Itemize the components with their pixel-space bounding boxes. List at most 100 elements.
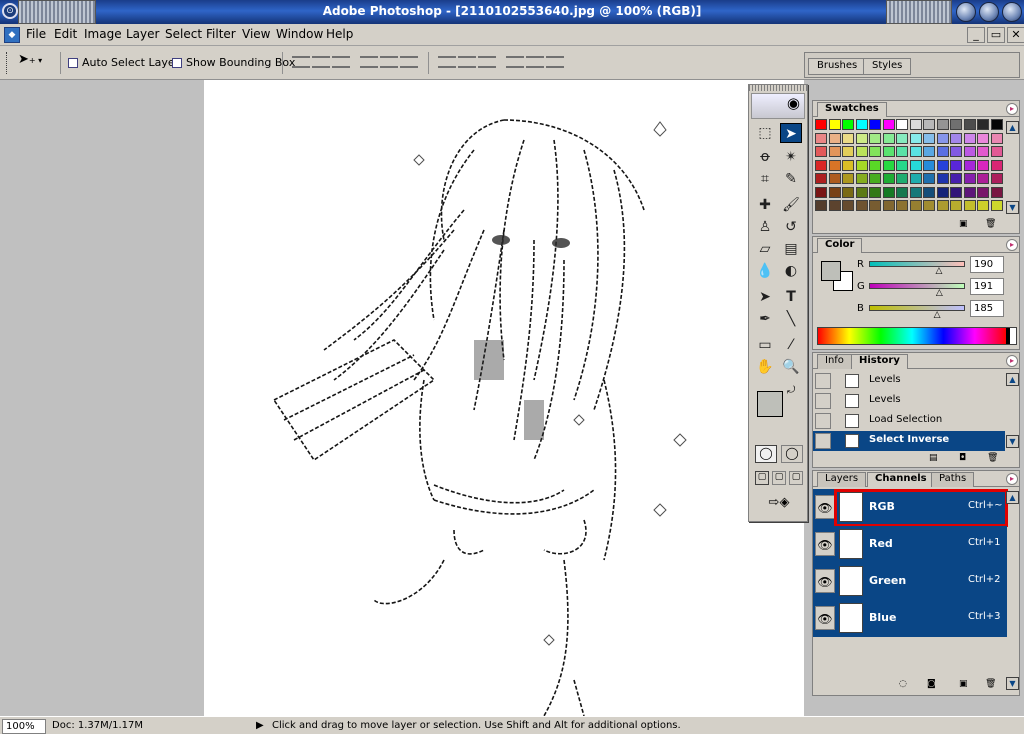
swatch[interactable] xyxy=(842,173,854,184)
tab-info[interactable]: Info xyxy=(817,354,852,369)
notes-tool-icon[interactable]: ▭ xyxy=(754,335,776,355)
blue-slider-thumb[interactable]: △ xyxy=(934,310,941,320)
swatch[interactable] xyxy=(950,186,962,198)
swatches-menu-icon[interactable]: ▸ xyxy=(1006,103,1018,115)
eye-icon[interactable]: 👁 xyxy=(815,495,835,519)
eraser-tool-icon[interactable]: ▱ xyxy=(754,239,776,259)
swatch[interactable] xyxy=(936,159,949,171)
status-menu-arrow-icon[interactable]: ▶ xyxy=(256,720,264,731)
screen-mode-standard-icon[interactable]: ▢ xyxy=(755,471,769,485)
history-source-box[interactable] xyxy=(815,413,831,429)
healing-brush-tool-icon[interactable]: ✚ xyxy=(754,195,776,215)
new-snapshot-icon[interactable]: ◘ xyxy=(959,453,966,463)
delete-channel-icon[interactable]: 🗑 xyxy=(985,679,996,689)
swatch[interactable] xyxy=(855,146,868,157)
swatch[interactable] xyxy=(923,132,935,144)
history-item[interactable]: Load Selection xyxy=(813,411,1019,431)
swatch[interactable] xyxy=(909,200,922,211)
swatch[interactable] xyxy=(855,186,868,198)
marquee-tool-icon[interactable]: ⬚ xyxy=(754,123,776,143)
gradient-tool-icon[interactable]: ▤ xyxy=(780,239,802,259)
doc-size-info[interactable]: Doc: 1.37M/1.17M xyxy=(52,720,143,731)
swatch[interactable] xyxy=(963,119,976,130)
swatch[interactable] xyxy=(963,200,976,211)
auto-select-box[interactable] xyxy=(68,58,78,68)
green-slider[interactable] xyxy=(869,283,965,289)
distribute-hcenter-icon[interactable] xyxy=(526,56,544,68)
swatch[interactable] xyxy=(815,119,827,130)
swatch[interactable] xyxy=(896,186,908,198)
swatches-scroll-up-icon[interactable]: ▲ xyxy=(1006,121,1019,134)
swatch[interactable] xyxy=(828,119,841,130)
swatch[interactable] xyxy=(869,146,881,157)
swatch[interactable] xyxy=(909,132,922,144)
swatch[interactable] xyxy=(936,146,949,157)
history-menu-icon[interactable]: ▸ xyxy=(1006,355,1018,367)
swatch[interactable] xyxy=(936,132,949,144)
swatch[interactable] xyxy=(909,119,922,130)
eye-icon[interactable]: 👁 xyxy=(815,606,835,630)
toolbox-grip[interactable] xyxy=(749,85,807,91)
document-canvas[interactable] xyxy=(204,80,804,716)
channel-row-red[interactable]: 👁 Red Ctrl+1 xyxy=(813,526,1007,563)
swatch[interactable] xyxy=(842,159,854,171)
color-foreground-swatch[interactable] xyxy=(821,261,841,281)
swatch[interactable] xyxy=(815,186,827,198)
screen-mode-full-menu-icon[interactable]: ▢ xyxy=(772,471,786,485)
title-bar[interactable]: ⊙ Adobe Photoshop - [2110102553640.jpg @… xyxy=(0,0,1024,24)
history-scroll-up-icon[interactable]: ▲ xyxy=(1006,373,1019,386)
swatch[interactable] xyxy=(923,173,935,184)
hand-tool-icon[interactable]: ✋ xyxy=(754,357,776,377)
eye-icon[interactable]: 👁 xyxy=(815,532,835,556)
zoom-tool-icon[interactable]: 🔍 xyxy=(780,357,802,377)
align-hcenter-icon[interactable] xyxy=(380,56,398,68)
history-brush-tool-icon[interactable]: ↺ xyxy=(780,217,802,237)
swatch[interactable] xyxy=(950,146,962,157)
close-button[interactable] xyxy=(1002,2,1022,22)
swatch[interactable] xyxy=(909,173,922,184)
red-slider[interactable] xyxy=(869,261,965,267)
doc-minimize-button[interactable]: _ xyxy=(967,27,985,43)
swatch[interactable] xyxy=(855,119,868,130)
swatch[interactable] xyxy=(977,159,989,171)
menu-select[interactable]: Select xyxy=(165,27,202,41)
menu-edit[interactable]: Edit xyxy=(54,27,77,41)
distribute-top-icon[interactable] xyxy=(438,56,456,68)
swatch[interactable] xyxy=(923,146,935,157)
swatch[interactable] xyxy=(923,186,935,198)
align-top-icon[interactable] xyxy=(292,56,310,68)
history-source-box[interactable] xyxy=(815,433,831,449)
slice-tool-icon[interactable]: ✎ xyxy=(780,169,802,189)
document-icon[interactable]: ◆ xyxy=(4,27,20,43)
swatch[interactable] xyxy=(896,173,908,184)
well-tab-brushes[interactable]: Brushes xyxy=(808,58,867,75)
swatch[interactable] xyxy=(882,159,895,171)
swatch[interactable] xyxy=(855,173,868,184)
channels-menu-icon[interactable]: ▸ xyxy=(1006,473,1018,485)
save-selection-as-channel-icon[interactable]: ◙ xyxy=(927,679,936,689)
swatch-grid[interactable] xyxy=(815,119,1005,215)
swatch[interactable] xyxy=(990,146,1003,157)
zoom-field[interactable]: 100% xyxy=(2,719,46,734)
swatch[interactable] xyxy=(882,186,895,198)
swatch[interactable] xyxy=(936,173,949,184)
brush-tool-icon[interactable]: 🖌 xyxy=(780,195,802,215)
menu-help[interactable]: Help xyxy=(326,27,353,41)
green-slider-thumb[interactable]: △ xyxy=(936,288,943,298)
swatch[interactable] xyxy=(815,173,827,184)
auto-select-layer-checkbox[interactable]: Auto Select Layer xyxy=(68,56,179,69)
swatch[interactable] xyxy=(963,159,976,171)
history-item[interactable]: Levels xyxy=(813,391,1019,411)
jump-to-imageready-icon[interactable]: ⇨◈ xyxy=(757,495,801,515)
history-source-box[interactable] xyxy=(815,393,831,409)
swatch[interactable] xyxy=(828,200,841,211)
align-right-icon[interactable] xyxy=(400,56,418,68)
distribute-right-icon[interactable] xyxy=(546,56,564,68)
swatch[interactable] xyxy=(896,146,908,157)
color-ramp[interactable] xyxy=(817,327,1017,345)
swatch[interactable] xyxy=(950,132,962,144)
swatch[interactable] xyxy=(936,186,949,198)
menu-window[interactable]: Window xyxy=(276,27,323,41)
adobe-online-icon[interactable]: ◉ xyxy=(751,93,805,119)
swatch[interactable] xyxy=(869,173,881,184)
